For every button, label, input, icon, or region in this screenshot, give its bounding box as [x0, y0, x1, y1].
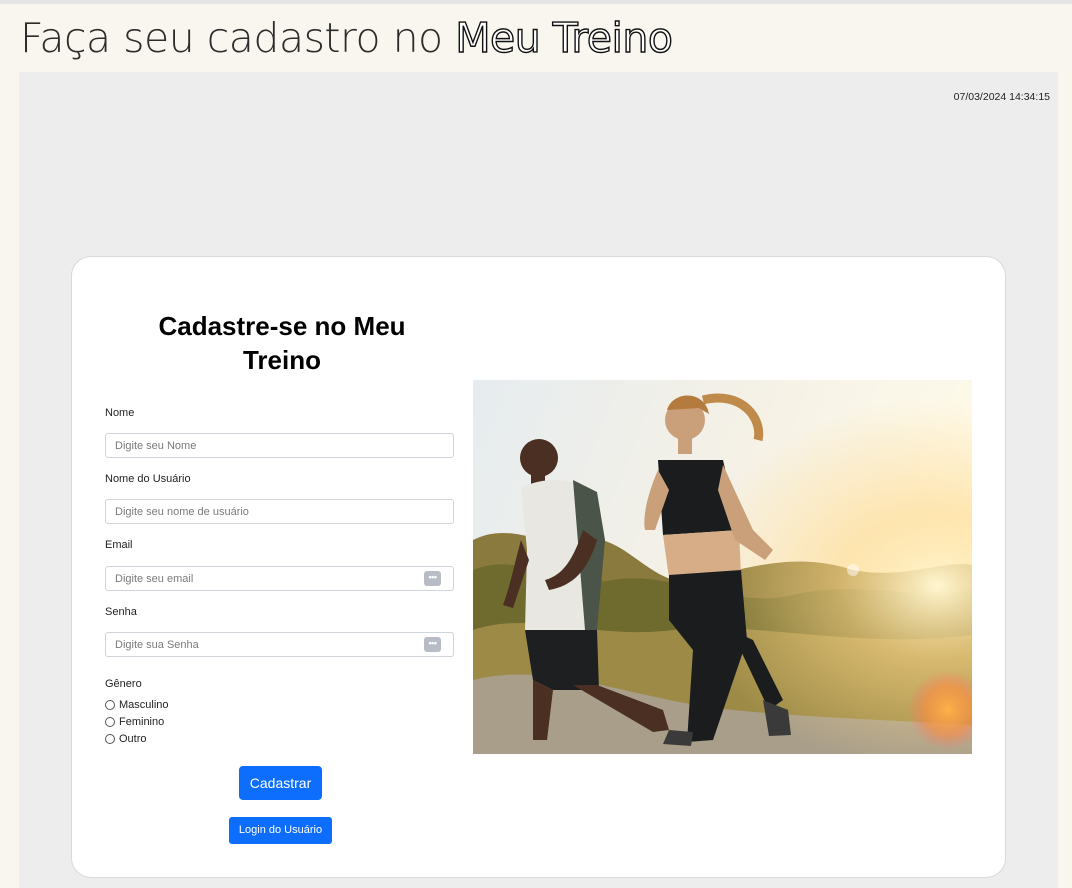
- page-title-prefix: Faça seu cadastro no: [20, 14, 456, 62]
- register-button[interactable]: Cadastrar: [239, 766, 322, 800]
- gender-option-masculino[interactable]: Masculino: [105, 699, 169, 711]
- gender-option-outro[interactable]: Outro: [105, 733, 147, 745]
- username-label: Nome do Usuário: [105, 473, 191, 485]
- gender-option-feminino[interactable]: Feminino: [105, 716, 164, 728]
- user-login-button[interactable]: Login do Usuário: [229, 817, 332, 844]
- radio-button[interactable]: [105, 717, 115, 727]
- password-field-box: •••: [105, 632, 454, 657]
- email-label: Email: [105, 539, 133, 551]
- window-top-border: [0, 0, 1072, 4]
- password-manager-icon[interactable]: •••: [424, 571, 441, 586]
- password-manager-icon[interactable]: •••: [424, 637, 441, 652]
- signup-card: Cadastre-se no Meu Treino Nome Nome do U…: [71, 256, 1006, 878]
- form-title-prefix: Cadastre-se no: [158, 311, 354, 341]
- gender-label: Gênero: [105, 678, 142, 690]
- runners-photo: [473, 380, 972, 754]
- gender-option-label: Feminino: [119, 716, 165, 728]
- page-title-brand: Meu Treino: [454, 13, 673, 62]
- email-field-box: •••: [105, 566, 454, 591]
- form-title: Cadastre-se no Meu Treino: [132, 309, 432, 377]
- password-input[interactable]: [106, 633, 415, 656]
- datetime-display: 07/03/2024 14:34:15: [953, 91, 1050, 103]
- radio-button[interactable]: [105, 700, 115, 710]
- gender-option-label: Masculino: [119, 699, 169, 711]
- email-input[interactable]: [106, 567, 415, 590]
- radio-button[interactable]: [105, 734, 115, 744]
- name-label: Nome: [105, 407, 135, 419]
- password-label: Senha: [105, 606, 137, 618]
- name-input[interactable]: [106, 434, 415, 457]
- username-input[interactable]: [106, 500, 415, 523]
- username-field-box: [105, 499, 454, 524]
- runners-photo-illustration: [473, 380, 972, 754]
- content-panel: 07/03/2024 14:34:15 Cadastre-se no Meu T…: [19, 72, 1058, 888]
- gender-option-label: Outro: [119, 733, 147, 745]
- name-field-box: [105, 433, 454, 458]
- page-title: Faça seu cadastro no Meu Treino: [20, 13, 674, 62]
